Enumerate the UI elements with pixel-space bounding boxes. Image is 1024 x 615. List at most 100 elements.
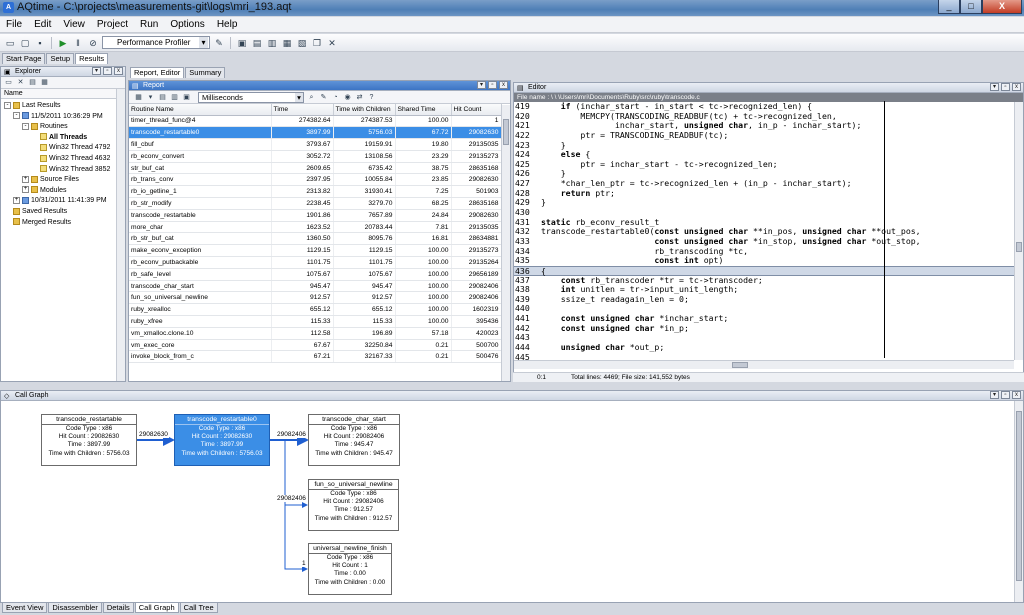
tree-item[interactable]: - 11/5/2011 10:36:29 PM [1,112,125,123]
compare-results-icon[interactable]: ▥ [266,37,278,49]
table-row[interactable]: make_econv_exception 1129.15 1129.15 100.00… [129,244,502,258]
editor-close-button[interactable]: x [1012,83,1021,91]
tree-item[interactable]: Merged Results [1,218,125,229]
explorer-pin-button[interactable]: ▫ [103,67,112,75]
merge-results-icon[interactable]: ▦ [281,37,293,49]
call-graph-close-button[interactable]: x [1012,391,1021,399]
explorer-scrollbar[interactable] [116,89,125,381]
collapse-icon[interactable]: - [4,101,11,109]
table-row[interactable]: invoke_block_from_c 67.21 32167.33 0.21 5004… [129,350,502,364]
table-row[interactable]: ruby_xrealloc 655.12 655.12 100.00 1602319 [129,303,502,317]
explorer-column-name[interactable]: Name [1,89,125,99]
node-universal-newline-finish[interactable]: universal_newline_finish Code Type : x86… [308,543,392,595]
editor-menu-button[interactable]: ▾ [990,83,999,91]
tree-item[interactable]: All Threads [1,133,125,144]
node-transcode-restartable[interactable]: transcode_restartable Code Type : x86 Hi… [41,414,137,466]
call-graph-menu-button[interactable]: ▾ [990,391,999,399]
tab-disassembler[interactable]: Disassembler [48,603,102,613]
tree-item[interactable]: + Modules [1,186,125,197]
tab-call-tree[interactable]: Call Tree [179,603,218,613]
properties-icon[interactable]: ▤ [28,78,37,87]
run-icon[interactable]: ▶ [57,37,69,49]
col-hit-count[interactable]: Hit Count [451,104,502,116]
new-project-icon[interactable]: ▢ [19,37,31,49]
menu-file[interactable]: File [6,19,22,30]
minimize-button[interactable]: _ [938,0,960,14]
tab-call-graph[interactable]: Call Graph [134,603,179,613]
table-row[interactable]: rb_econv_convert 3052.72 13108.56 23.29 2913… [129,150,502,163]
export-icon[interactable]: ▣ [182,93,191,102]
report-pin-button[interactable]: ▫ [488,81,497,89]
menu-run[interactable]: Run [140,19,158,30]
table-row[interactable]: more_char 1623.52 20783.44 7.81 29135035 [129,221,502,234]
report-menu-button[interactable]: ▾ [477,81,486,89]
collapse-icon[interactable]: - [13,112,20,120]
tree-item[interactable]: - Last Results [1,101,125,112]
tree-item[interactable]: Win32 Thread 3852 [1,165,125,176]
report-close-button[interactable]: x [499,81,508,89]
filter-icon[interactable]: ▾ [146,93,155,102]
profiler-select[interactable]: Performance Profiler [102,36,210,49]
menu-edit[interactable]: Edit [34,19,51,30]
node-transcode-char-start[interactable]: transcode_char_start Code Type : x86 Hit… [308,414,400,466]
col-time[interactable]: Time [271,104,334,116]
table-row[interactable]: rb_str_buf_cat 1360.50 8095.76 16.81 2863488… [129,232,502,246]
report-scrollbar[interactable] [501,105,510,381]
tree-item[interactable]: Win32 Thread 4792 [1,143,125,154]
table-row[interactable]: rb_str_modify 2238.45 3279.70 68.25 28635168 [129,197,502,210]
open-folder-icon[interactable]: ▭ [4,37,16,49]
tab-summary[interactable]: Summary [185,67,226,78]
menu-view[interactable]: View [63,19,85,30]
table-row[interactable]: transcode_restartable0 3897.99 5756.03 67.7… [129,126,502,140]
expand-icon[interactable]: + [22,186,29,194]
editor-scrollbar[interactable] [1014,102,1023,360]
node-fun-so-universal-newline[interactable]: fun_so_universal_newline Code Type : x86… [308,479,399,531]
maximize-button[interactable]: □ [960,0,982,14]
table-row[interactable]: transcode_restartable 1901.86 7657.89 24.84… [129,209,502,222]
col-shared-time[interactable]: Shared Time [395,104,452,116]
tree-item[interactable]: - Routines [1,122,125,133]
highlight-icon[interactable]: ✎ [319,93,328,102]
table-row[interactable]: timer_thread_func@4 274382.64 274387.53 100… [129,115,502,128]
columns-icon[interactable]: ▥ [170,93,179,102]
group-icon[interactable]: ▤ [158,93,167,102]
tab-event-view[interactable]: Event View [2,603,48,613]
tree-item[interactable]: Saved Results [1,207,125,218]
menu-options[interactable]: Options [170,19,204,30]
call-graph-scrollbar[interactable] [1014,401,1023,602]
grid-view-icon[interactable]: ▦ [134,93,143,102]
table-row[interactable]: fill_cbuf 3793.67 19159.91 19.80 29135035 [129,138,502,151]
tree-item[interactable]: + Source Files [1,175,125,186]
table-row[interactable]: rb_io_getline_1 2313.82 31930.41 7.25 501903 [129,185,502,199]
collapse-icon[interactable]: - [22,122,29,130]
table-row[interactable]: str_buf_cat 2609.65 6735.42 38.75 28635168 [129,162,502,175]
cancel-icon[interactable]: ✕ [326,37,338,49]
search-icon[interactable]: ⌕ [307,93,316,102]
tree-item[interactable]: Win32 Thread 4632 [1,154,125,165]
explorer-menu-button[interactable]: ▾ [92,67,101,75]
table-row[interactable]: transcode_char_start 945.47 945.47 100.00 29… [129,280,502,293]
col-time-with-children[interactable]: Time with Children [333,104,396,116]
table-row[interactable]: vm_exec_core 67.67 32250.84 0.21 500700 [129,339,502,352]
table-row[interactable]: fun_so_universal_newline 912.57 912.57 100.… [129,291,502,305]
tab-details[interactable]: Details [102,603,134,613]
pause-icon[interactable]: ‖ [72,37,84,49]
call-graph-scroll-thumb[interactable] [1016,411,1022,581]
node-transcode-restartable0[interactable]: transcode_restartable0 Code Type : x86 H… [174,414,270,466]
call-graph-pin-button[interactable]: ▫ [1001,391,1010,399]
clear-results-icon[interactable]: ▤ [251,37,263,49]
editor-scroll-thumb[interactable] [1016,242,1022,252]
menu-help[interactable]: Help [217,19,238,30]
table-row[interactable]: rb_econv_putbackable 1101.75 1101.75 100.00… [129,256,502,269]
tree-item[interactable]: +10/31/2011 11:41:39 PM [1,196,125,207]
source-icon[interactable]: ◉ [343,93,352,102]
col-routine-name[interactable]: Routine Name [129,104,272,116]
editor-pin-button[interactable]: ▫ [1001,83,1010,91]
stop-icon[interactable]: ⊘ [87,37,99,49]
menu-project[interactable]: Project [97,19,128,30]
copy-icon[interactable]: ❐ [311,37,323,49]
table-row[interactable]: rb_safe_level 1075.67 1075.67 100.00 2965618… [129,268,502,281]
chart-icon[interactable]: ◔ [331,93,340,102]
delete-icon[interactable]: ✕ [16,78,25,87]
help-icon[interactable]: ? [367,93,376,102]
